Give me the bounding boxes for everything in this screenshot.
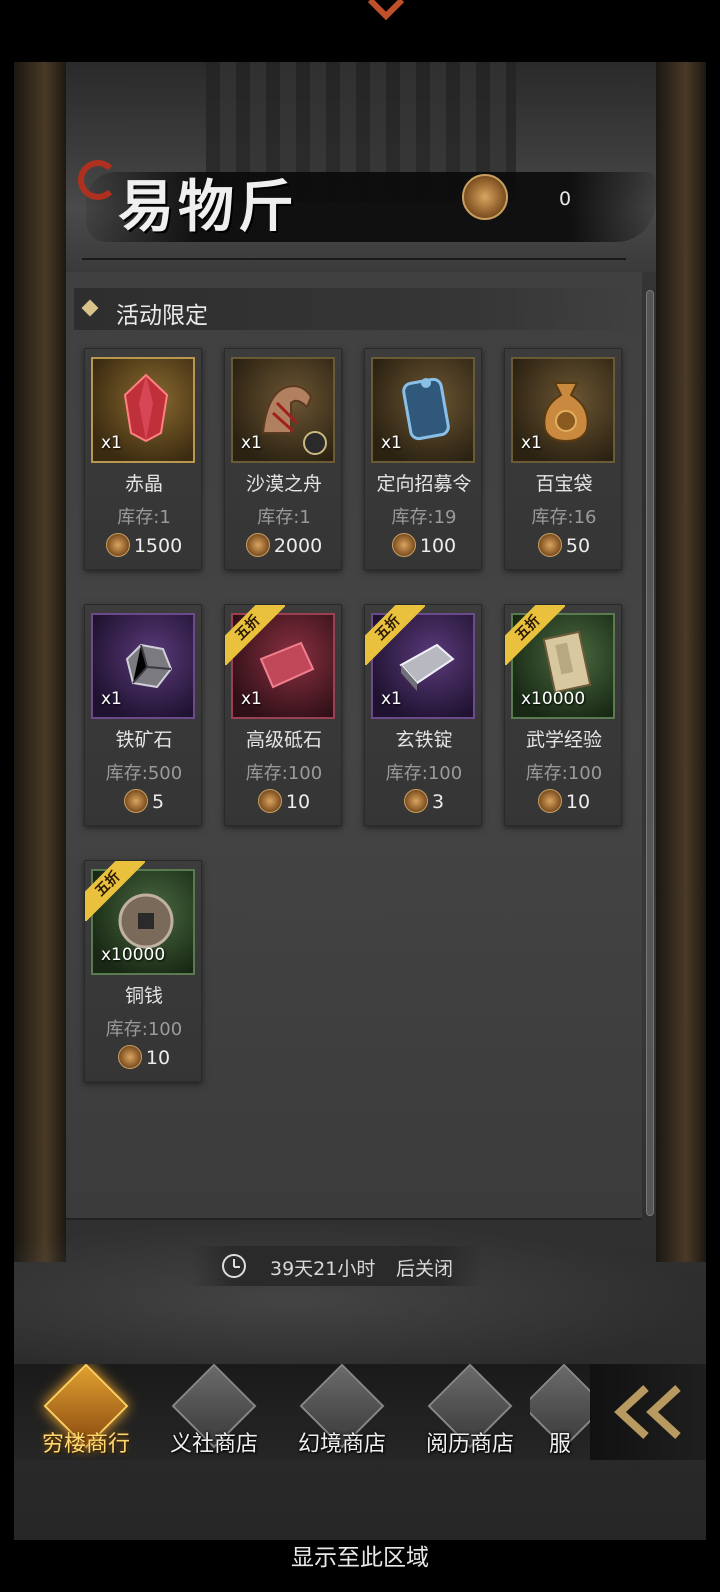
title-seal-icon: [78, 160, 118, 200]
shop-item-card[interactable]: x10000 五折 武学经验 库存:100 10: [504, 604, 622, 826]
nav-item-qionglou[interactable]: 穷楼商行: [18, 1364, 146, 1460]
item-stock: 库存:500: [105, 763, 183, 784]
coin-icon: [105, 533, 130, 557]
nav-item-huanjing[interactable]: 幻境商店: [274, 1364, 402, 1460]
divider: [82, 258, 626, 260]
shop-item-card[interactable]: x1 沙漠之舟 库存:1 2000: [224, 348, 342, 570]
item-name: 铜钱: [124, 985, 163, 1007]
footer-text: 显示至此区域: [291, 1545, 429, 1571]
item-name: 定向招募令: [376, 473, 472, 495]
shop-item-card[interactable]: x1 定向招募令 库存:19 100: [364, 348, 482, 570]
item-stock: 库存:1: [257, 507, 311, 528]
clock-icon: [222, 1254, 246, 1278]
item-quantity: x10000: [101, 945, 166, 965]
nav-item-label: 服: [548, 1432, 571, 1457]
item-thumbnail: x1: [511, 357, 615, 463]
item-price: 10: [505, 789, 623, 813]
nav-item-yueli[interactable]: 阅历商店: [402, 1364, 530, 1460]
mist-overlay: [14, 1220, 706, 1380]
right-pillar: [656, 62, 706, 1262]
nav-item-label: 阅历商店: [425, 1432, 514, 1457]
item-thumbnail: x1: [371, 357, 475, 463]
item-thumbnail: x1: [91, 357, 195, 463]
item-quantity: x10000: [521, 689, 586, 709]
item-stock: 库存:100: [105, 1019, 183, 1040]
horse-icon: [303, 431, 327, 455]
item-stock: 库存:16: [531, 507, 597, 528]
coin-icon: [391, 533, 416, 557]
item-price: 10: [225, 789, 343, 813]
discount-badge: 五折: [505, 605, 565, 665]
item-name: 玄铁锭: [395, 729, 453, 751]
item-price: 50: [505, 533, 623, 557]
item-stock: 库存:100: [385, 763, 463, 784]
shop-item-card[interactable]: x1 百宝袋 库存:16 50: [504, 348, 622, 570]
coin-icon: [117, 1045, 142, 1069]
nav-scroll-left-button[interactable]: [590, 1364, 706, 1460]
coin-icon: [257, 789, 282, 813]
shop-item-card[interactable]: x1 五折 玄铁锭 库存:100 3: [364, 604, 482, 826]
coin-icon: [245, 533, 270, 557]
item-quantity: x1: [241, 433, 262, 453]
item-thumbnail: x1: [91, 613, 195, 719]
item-name: 铁矿石: [115, 729, 173, 751]
timer-suffix: 后关闭: [396, 1258, 454, 1280]
nav-item-label: 义社商店: [169, 1432, 258, 1457]
item-price: 3: [365, 789, 483, 813]
nav-item-label: 幻境商店: [297, 1432, 386, 1457]
coin-icon: [537, 789, 562, 813]
item-quantity: x1: [101, 689, 122, 709]
section-title: 活动限定: [116, 303, 208, 329]
discount-badge: 五折: [365, 605, 425, 665]
nav-item-yishe[interactable]: 义社商店: [146, 1364, 274, 1460]
item-stock: 库存:19: [391, 507, 457, 528]
item-price: 2000: [225, 533, 343, 557]
dragon-coin-icon: [462, 174, 508, 220]
item-name: 百宝袋: [535, 473, 593, 495]
shop-item-card[interactable]: x10000 五折 铜钱 库存:100 10: [84, 860, 202, 1082]
item-price: 10: [85, 1045, 203, 1069]
shop-item-card[interactable]: x1 赤晶 库存:1 1500: [84, 348, 202, 570]
item-quantity: x1: [381, 433, 402, 453]
item-quantity: x1: [381, 689, 402, 709]
nav-item-fu[interactable]: 服: [530, 1364, 590, 1460]
item-stock: 库存:1: [117, 507, 171, 528]
item-name: 武学经验: [525, 729, 602, 751]
shop-nav-bar: 穷楼商行 义社商店 幻境商店 阅历商店 服: [14, 1364, 706, 1460]
currency-balance: 0: [558, 188, 572, 210]
camel-icon: [261, 385, 313, 434]
coin-icon: [537, 533, 562, 557]
double-chevron-left-icon: [614, 1385, 681, 1439]
item-name: 赤晶: [124, 473, 163, 495]
treasure-bag-icon: [543, 382, 589, 443]
item-stock: 库存:100: [245, 763, 323, 784]
recruit-token-icon: [402, 377, 450, 441]
item-price: 1500: [85, 533, 203, 557]
top-logo-icon: [366, 0, 406, 22]
coin-icon: [123, 789, 148, 813]
left-pillar: [14, 62, 66, 1262]
iron-ore-icon: [125, 643, 173, 689]
coin-icon: [403, 789, 428, 813]
shop-item-card[interactable]: x1 铁矿石 库存:500 5: [84, 604, 202, 826]
item-name: 高级砥石: [245, 729, 322, 751]
red-crystal-icon: [123, 373, 169, 443]
nav-item-label: 穷楼商行: [41, 1432, 130, 1457]
item-name: 沙漠之舟: [245, 473, 322, 495]
item-stock: 库存:100: [525, 763, 603, 784]
item-price: 5: [85, 789, 203, 813]
item-thumbnail: x1: [231, 357, 335, 463]
item-quantity: x1: [101, 433, 122, 453]
scrollbar[interactable]: [646, 290, 654, 1216]
timer-remaining: 39天21小时: [270, 1258, 376, 1280]
item-quantity: x1: [241, 689, 262, 709]
shop-title: 易物斤: [118, 174, 298, 240]
discount-badge: 五折: [85, 861, 145, 921]
item-price: 100: [365, 533, 483, 557]
shop-item-card[interactable]: x1 五折 高级砥石 库存:100 10: [224, 604, 342, 826]
discount-badge: 五折: [225, 605, 285, 665]
item-quantity: x1: [521, 433, 542, 453]
